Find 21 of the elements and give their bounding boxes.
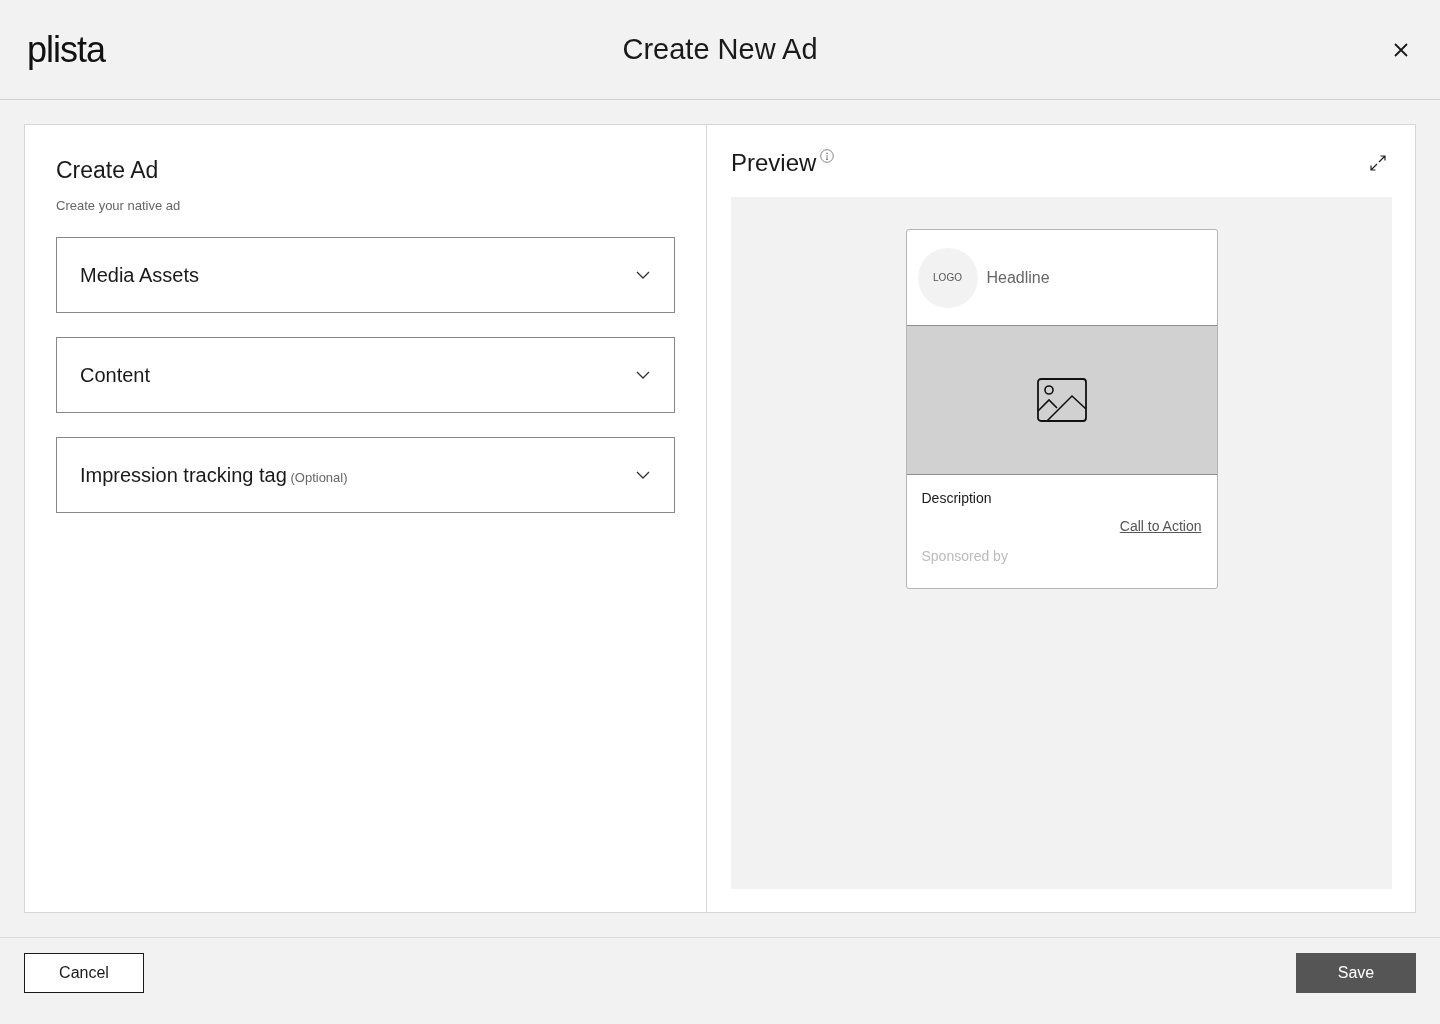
image-icon — [1036, 378, 1087, 422]
ad-description: Description — [921, 490, 993, 506]
chevron-down-icon — [636, 471, 650, 479]
dialog-title: Create New Ad — [621, 33, 819, 66]
expand-icon — [1370, 155, 1386, 171]
chevron-down-icon — [636, 371, 650, 379]
chevron-down-icon — [636, 271, 650, 279]
accordion-header[interactable]: Media Assets — [56, 237, 675, 313]
logo: plista — [27, 28, 106, 71]
call-to-action-link[interactable]: Call to Action — [1119, 518, 1202, 534]
save-button[interactable]: Save — [1296, 953, 1416, 993]
logo-text: LOGO — [933, 272, 962, 283]
section-subtitle: Create your native ad — [56, 198, 182, 213]
accordion-header[interactable]: Impression tracking tag (Optional) — [56, 437, 675, 513]
ad-headline: Headline — [986, 268, 1050, 287]
preview-title: Preview — [731, 149, 817, 177]
close-icon — [1394, 42, 1408, 57]
sponsored-label: Sponsored by — [921, 548, 1009, 564]
cancel-button[interactable]: Cancel — [24, 953, 144, 993]
section-title: Create Ad — [56, 157, 160, 184]
accordion-header[interactable]: Content — [56, 337, 675, 413]
